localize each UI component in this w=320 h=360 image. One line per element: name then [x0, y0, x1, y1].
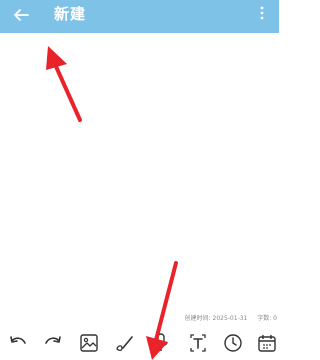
- word-count-value: 0: [273, 315, 277, 322]
- editor-toolbar: [0, 327, 279, 360]
- voice-input-button[interactable]: [150, 332, 172, 354]
- microphone-icon: [154, 333, 168, 351]
- word-count-label: 字数:: [257, 315, 272, 322]
- note-meta-info: 创建时间: 2025-01-31 字数: 0: [185, 313, 277, 322]
- calendar-button[interactable]: [256, 332, 278, 354]
- created-time-label: 创建时间:: [184, 315, 211, 322]
- app-bar: 新建: [0, 0, 279, 33]
- page-title: 新建: [54, 5, 87, 23]
- note-editor-screen: 新建 创建时间: 2025-01-31 字数: 0: [0, 0, 279, 360]
- redo-icon: [45, 336, 61, 344]
- undo-button[interactable]: [7, 332, 29, 354]
- back-button[interactable]: [10, 4, 32, 26]
- calendar-icon: [258, 335, 276, 352]
- image-icon: [80, 334, 98, 352]
- note-content-area[interactable]: [0, 33, 279, 318]
- arrow-left-icon: [14, 9, 29, 21]
- reminder-button[interactable]: [222, 332, 244, 354]
- more-menu-button[interactable]: [259, 4, 265, 24]
- text-format-icon: [190, 334, 206, 352]
- brush-icon: [116, 336, 133, 352]
- redo-button[interactable]: [42, 332, 64, 354]
- clock-icon: [224, 334, 242, 352]
- undo-icon: [10, 336, 26, 344]
- text-format-button[interactable]: [187, 332, 209, 354]
- created-time-value: 2025-01-31: [212, 315, 248, 322]
- draw-button[interactable]: [114, 332, 136, 354]
- insert-image-button[interactable]: [78, 332, 100, 354]
- more-vertical-icon: [260, 6, 264, 20]
